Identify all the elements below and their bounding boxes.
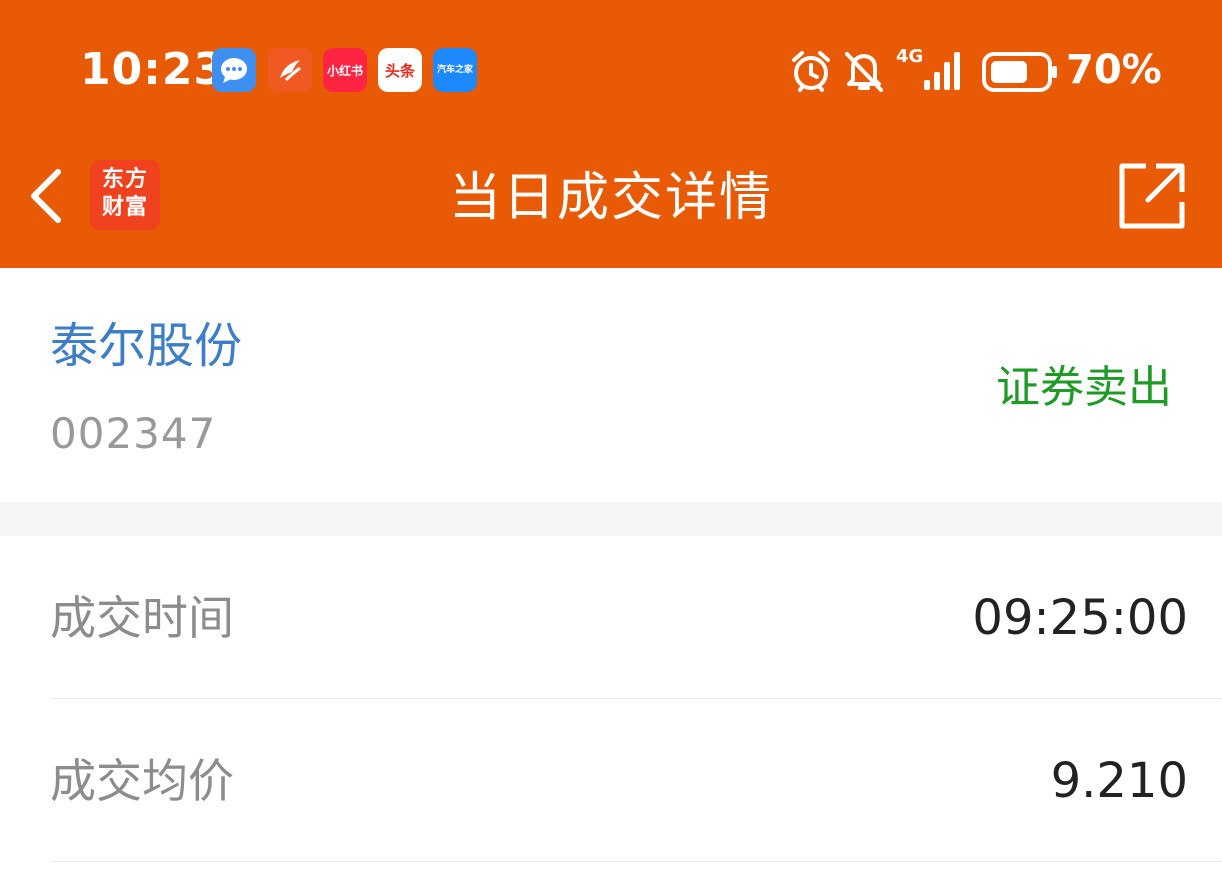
stock-name[interactable]: 泰尔股份 [50, 316, 242, 376]
battery-icon [982, 52, 1057, 92]
status-time: 10:23 [80, 44, 226, 95]
autohome-app-icon: 汽车之家 [433, 48, 477, 92]
header-bar: 10:23 小红书 头条 汽车之家 4G 70% 东方 财富 当日成交详情 [0, 0, 1222, 268]
detail-row-avg-price: 成交均价 9.210 [0, 699, 1222, 862]
row-divider [50, 861, 1222, 862]
section-separator [0, 502, 1222, 536]
detail-label: 成交均价 [50, 754, 234, 808]
xiaohongshu-app-icon: 小红书 [323, 48, 367, 92]
toutiao-app-icon: 头条 [378, 48, 422, 92]
messages-app-icon [212, 48, 256, 92]
trade-type-label: 证券卖出 [996, 362, 1172, 413]
detail-label: 成交时间 [50, 591, 234, 645]
detail-value: 9.210 [1050, 753, 1188, 809]
stock-code: 002347 [50, 409, 217, 458]
alarm-icon [792, 51, 830, 92]
page-title: 当日成交详情 [448, 168, 773, 228]
share-icon[interactable] [1116, 160, 1188, 232]
detail-row-trade-time: 成交时间 09:25:00 [0, 536, 1222, 699]
bell-muted-icon [845, 52, 883, 92]
battery-percentage: 70% [1066, 47, 1162, 93]
signal-icon [924, 52, 960, 90]
stock-header: 泰尔股份 002347 证券卖出 [0, 268, 1222, 502]
feishu-app-icon [268, 48, 312, 92]
detail-value: 09:25:00 [972, 590, 1188, 646]
